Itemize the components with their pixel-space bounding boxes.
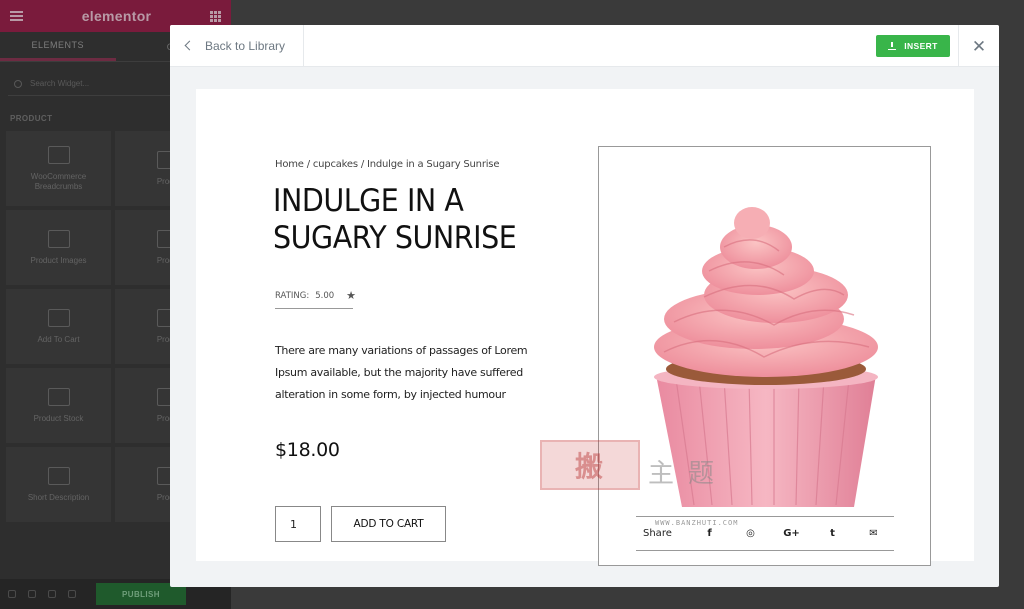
widget-label: Product Stock: [33, 413, 84, 423]
elementor-logo: elementor: [81, 8, 152, 24]
widget-label: Short Description: [27, 492, 90, 502]
watermark-stamp: 搬: [540, 440, 640, 490]
twitter-icon[interactable]: t: [812, 528, 853, 539]
responsive-icon[interactable]: [68, 590, 76, 598]
rating-label: RATING:: [275, 290, 310, 301]
add-to-cart-button[interactable]: ADD TO CART: [331, 506, 446, 542]
chevron-left-icon: [184, 40, 195, 51]
breadcrumb: Home / cupcakes / Indulge in a Sugary Su…: [275, 159, 500, 170]
watermark-url: WWW.BANZHUTI.COM: [655, 519, 739, 527]
search-icon: [14, 79, 22, 88]
close-button[interactable]: ✕: [958, 25, 999, 67]
widget-label: Add To Cart: [37, 334, 80, 344]
product-description: There are many variations of passages of…: [275, 344, 528, 401]
close-icon: ✕: [971, 36, 987, 56]
star-icon: ★: [346, 289, 357, 302]
email-icon[interactable]: ✉: [853, 528, 894, 539]
settings-icon[interactable]: [8, 590, 16, 598]
modal-header: Back to Library INSERT ✕: [170, 25, 999, 67]
product-price: $18.00: [275, 439, 340, 461]
stock-icon: [47, 387, 70, 406]
download-icon: [888, 42, 897, 50]
navigator-icon[interactable]: [28, 590, 36, 598]
widget-add-to-cart[interactable]: Add To Cart: [6, 289, 111, 364]
whatsapp-icon[interactable]: ◎: [730, 528, 771, 539]
template-preview: Home / cupcakes / Indulge in a Sugary Su…: [196, 89, 974, 566]
images-icon: [47, 229, 70, 248]
product-image-frame: Share f ◎ G+ t ✉: [598, 146, 931, 566]
insert-button[interactable]: INSERT: [876, 35, 950, 57]
quantity-input[interactable]: 1: [275, 506, 321, 542]
product-title: Indulge in a Sugary Sunrise: [273, 183, 517, 256]
description-icon: [47, 466, 70, 485]
share-icons: f ◎ G+ t ✉: [689, 528, 894, 539]
watermark-text: 主题: [648, 459, 729, 489]
product-rating: RATING: 5.00 ★: [275, 289, 357, 309]
widget-breadcrumbs[interactable]: WooCommerce Breadcrumbs: [6, 131, 111, 206]
add-to-cart-icon: [47, 308, 70, 327]
insert-label: INSERT: [904, 41, 938, 51]
widget-short-description[interactable]: Short Description: [6, 447, 111, 522]
widget-product-stock[interactable]: Product Stock: [6, 368, 111, 443]
template-preview-modal: Back to Library INSERT ✕ Home / cupcakes…: [170, 25, 999, 587]
widget-label: Product Images: [30, 255, 87, 265]
back-to-library-button[interactable]: Back to Library: [170, 25, 305, 66]
breadcrumbs-icon: [47, 145, 70, 164]
facebook-icon[interactable]: f: [689, 528, 730, 539]
widget-product-images[interactable]: Product Images: [6, 210, 111, 285]
hamburger-menu-icon[interactable]: [10, 11, 23, 21]
grid-icon[interactable]: [210, 10, 221, 22]
rating-value: 5.00: [315, 290, 335, 301]
history-icon[interactable]: [48, 590, 56, 598]
search-placeholder: Search Widget...: [30, 79, 90, 88]
widget-label: WooCommerce Breadcrumbs: [30, 171, 87, 191]
tab-elements[interactable]: ELEMENTS: [0, 32, 116, 61]
watermark: 搬 主题: [540, 440, 728, 490]
share-label: Share: [643, 528, 672, 539]
google-plus-icon[interactable]: G+: [771, 528, 812, 539]
back-label: Back to Library: [205, 38, 286, 53]
